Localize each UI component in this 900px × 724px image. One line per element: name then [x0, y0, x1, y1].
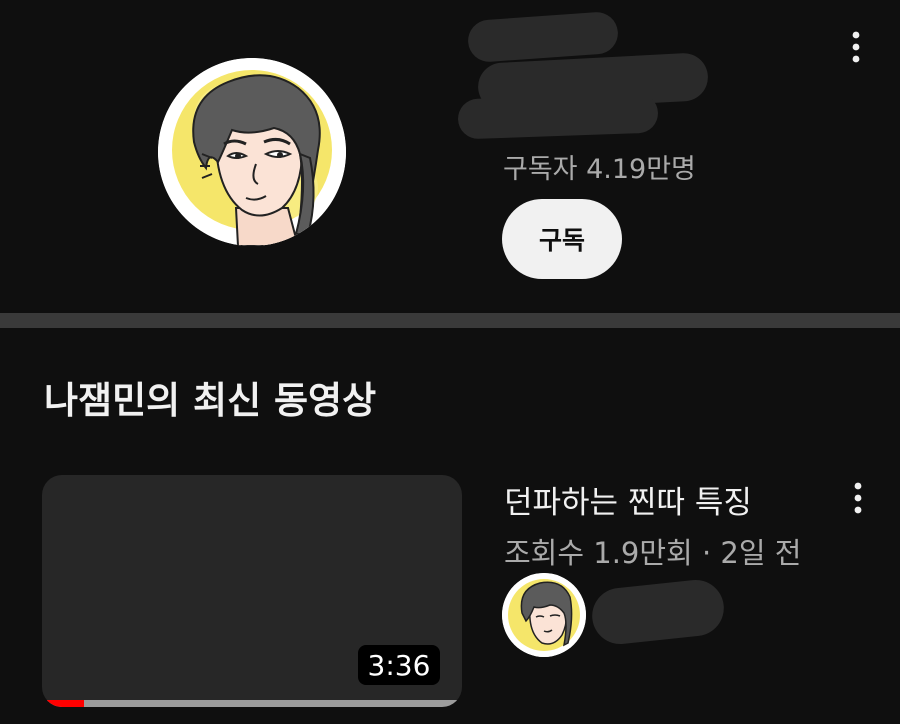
watch-progress-fill	[42, 700, 84, 707]
cartoon-face-avatar-icon	[502, 573, 586, 657]
section-title: 나잼민의 최신 동영상	[44, 379, 377, 422]
redacted-channel-name	[457, 92, 659, 140]
subscriber-count: 구독자 4.19만명	[503, 154, 696, 185]
more-vert-icon	[854, 482, 862, 514]
video-title[interactable]: 던파하는 찐따 특징	[504, 477, 752, 522]
subscribe-button[interactable]: 구독	[502, 199, 622, 279]
video-menu-button[interactable]	[843, 478, 873, 518]
redacted-channel-name	[589, 577, 727, 647]
channel-avatar[interactable]	[158, 58, 346, 246]
watch-progress-bar	[42, 700, 462, 707]
channel-menu-button[interactable]	[841, 27, 871, 67]
subscribe-button-label: 구독	[538, 226, 585, 255]
video-meta: 조회수 1.9만회 · 2일 전	[504, 536, 802, 570]
video-channel-avatar[interactable]	[502, 573, 586, 657]
duration-badge: 3:36	[358, 645, 440, 685]
section-divider	[0, 313, 900, 328]
cartoon-face-avatar-icon	[158, 58, 346, 246]
more-vert-icon	[852, 31, 860, 63]
redacted-channel-name	[466, 10, 620, 64]
